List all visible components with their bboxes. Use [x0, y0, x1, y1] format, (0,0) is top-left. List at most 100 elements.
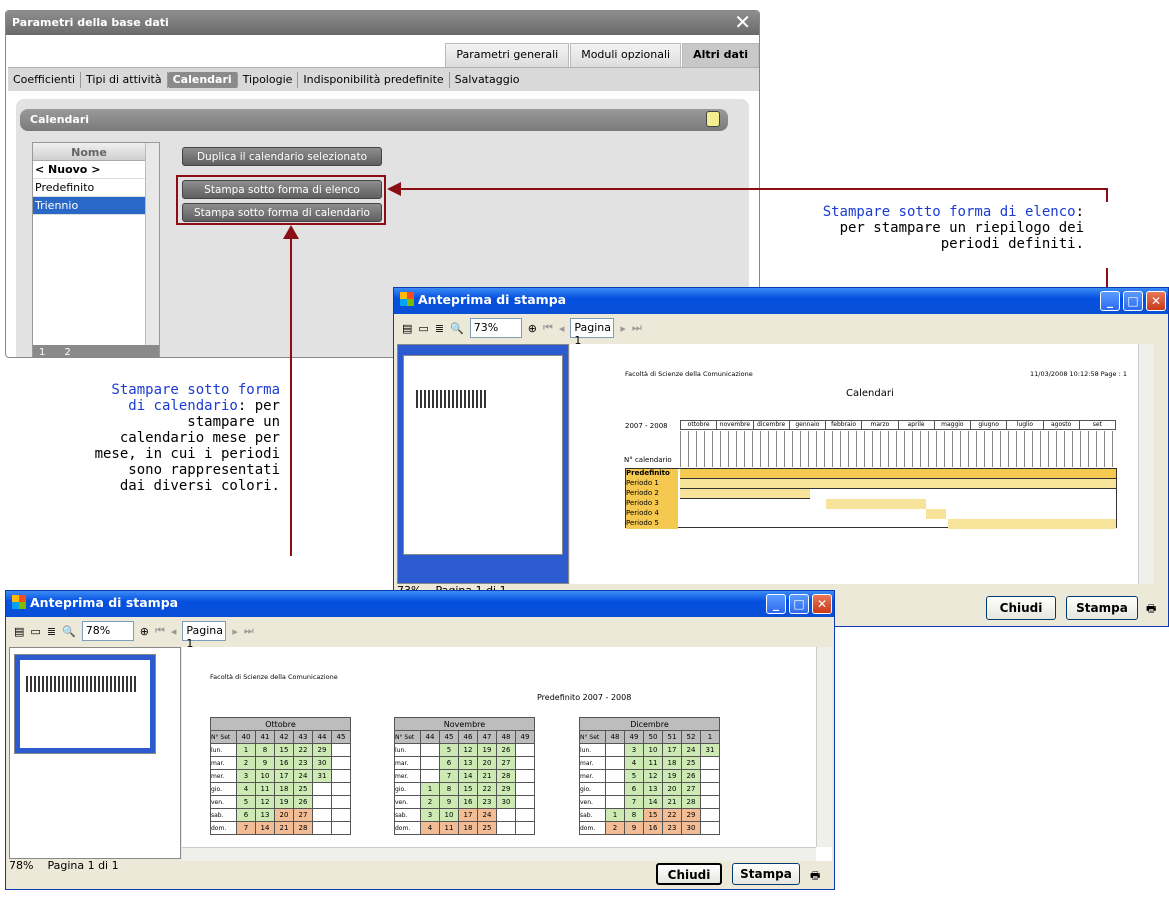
multi-page-icon[interactable]: ≣ — [47, 625, 56, 638]
day-cell — [605, 743, 625, 757]
tab-altri-dati[interactable]: Altri dati — [682, 43, 759, 67]
day-cell — [331, 821, 351, 835]
list-item-predefinito[interactable]: Predefinito — [33, 179, 145, 197]
zoom-in-icon[interactable]: ⊕ — [528, 322, 537, 335]
weekday-label: mar. — [579, 756, 606, 770]
close-icon[interactable]: ✕ — [812, 594, 832, 614]
week-number: N° Set — [579, 730, 606, 744]
next-page-icon[interactable]: ▸ — [232, 625, 238, 638]
duplicate-calendar-button[interactable]: Duplica il calendario selezionato — [182, 147, 382, 166]
month-label: ottobre — [681, 421, 718, 429]
day-cell: 28 — [496, 769, 516, 783]
printer-icon[interactable]: 🖶 — [1146, 600, 1156, 619]
minimize-icon[interactable]: _ — [1100, 291, 1120, 311]
maximize-icon[interactable]: □ — [789, 594, 809, 614]
zoom-in-icon[interactable]: ⊕ — [140, 625, 149, 638]
preview-vscrollbar[interactable] — [816, 647, 832, 847]
day-cell — [331, 808, 351, 822]
single-page-icon[interactable]: ▤ — [14, 625, 24, 638]
list-item-triennio[interactable]: Triennio — [33, 197, 145, 215]
tab-tipi-attivita[interactable]: Tipi di attività — [81, 71, 168, 88]
period-label: Periodo 2 — [626, 489, 678, 499]
day-cell: 18 — [458, 821, 478, 835]
week-number: 49 — [515, 730, 535, 744]
single-page-icon[interactable]: ▤ — [402, 322, 412, 335]
page-2-link[interactable]: 2 — [64, 347, 70, 357]
weekday-label: dom. — [394, 821, 421, 835]
day-cell — [700, 795, 720, 809]
prev-page-icon[interactable]: ◂ — [559, 322, 565, 335]
week-number: 44 — [420, 730, 440, 744]
day-cell: 7 — [236, 821, 256, 835]
tab-coefficienti[interactable]: Coefficienti — [8, 71, 82, 88]
printer-icon[interactable]: 🖶 — [810, 867, 820, 886]
preview-hscrollbar[interactable] — [182, 847, 816, 861]
app-icon — [12, 595, 26, 609]
weekday-label: lun. — [210, 743, 237, 757]
week-number: 41 — [255, 730, 275, 744]
day-cell: 6 — [439, 756, 459, 770]
page-input[interactable]: Pagina 1 — [570, 318, 615, 347]
day-cell: 26 — [293, 795, 313, 809]
section-title: Calendari — [30, 113, 90, 126]
close-button[interactable]: Chiudi — [656, 863, 722, 885]
fit-width-icon[interactable]: ▭ — [418, 322, 428, 335]
day-cell: 23 — [477, 795, 497, 809]
maximize-icon[interactable]: □ — [1123, 291, 1143, 311]
page-thumbnail[interactable] — [14, 654, 156, 754]
tab-calendari[interactable]: Calendari — [167, 71, 238, 88]
bin-icon[interactable] — [706, 111, 720, 127]
app-icon — [400, 292, 414, 306]
tab-moduli-opzionali[interactable]: Moduli opzionali — [570, 43, 682, 67]
doc-org: Facoltà di Scienze della Comunicazione — [625, 370, 753, 378]
week-number: N° Set — [394, 730, 421, 744]
page-thumbnail[interactable] — [403, 355, 563, 555]
weekday-label: mar. — [394, 756, 421, 770]
page-1-link[interactable]: 1 — [39, 347, 45, 357]
prev-page-icon[interactable]: ◂ — [171, 625, 177, 638]
day-cell: 27 — [681, 782, 701, 796]
zoom-input[interactable]: 73% — [469, 318, 522, 338]
weekday-label: ven. — [210, 795, 237, 809]
zoom-out-icon[interactable]: 🔍 — [62, 625, 76, 638]
day-cell: 17 — [662, 743, 682, 757]
day-cell: 15 — [643, 808, 663, 822]
page-input[interactable]: Pagina 1 — [182, 621, 227, 650]
multi-page-icon[interactable]: ≣ — [435, 322, 444, 335]
first-page-icon[interactable]: ⏮ — [543, 321, 553, 335]
tab-tipologie[interactable]: Tipologie — [238, 71, 299, 88]
next-page-icon[interactable]: ▸ — [620, 322, 626, 335]
close-icon[interactable]: ✕ — [734, 11, 751, 33]
day-cell: 5 — [236, 795, 256, 809]
minimize-icon[interactable]: _ — [766, 594, 786, 614]
day-cell: 29 — [312, 743, 332, 757]
list-item-nuovo[interactable]: < Nuovo > — [33, 161, 145, 179]
first-page-icon[interactable]: ⏮ — [155, 624, 165, 638]
list-scrollbar[interactable] — [145, 143, 159, 345]
print-button[interactable]: Stampa — [732, 863, 800, 885]
zoom-input[interactable]: 78% — [81, 621, 134, 641]
weekday-label: sab. — [394, 808, 421, 822]
day-cell: 13 — [643, 782, 663, 796]
day-cell: 21 — [477, 769, 497, 783]
last-page-icon[interactable]: ⏭ — [244, 624, 254, 638]
close-icon[interactable]: ✕ — [1146, 291, 1166, 311]
tab-indisponibilita[interactable]: Indisponibilità predefinite — [298, 71, 450, 88]
preview-vscrollbar[interactable] — [1138, 344, 1154, 584]
weekday-label: dom. — [210, 821, 237, 835]
last-page-icon[interactable]: ⏭ — [632, 321, 642, 335]
period-grid: Predefinito Periodo 1 Periodo 2 Periodo … — [625, 468, 1117, 529]
day-cell: 23 — [293, 756, 313, 770]
day-cell — [496, 808, 516, 822]
print-button[interactable]: Stampa — [1066, 596, 1138, 620]
month-table-novembre: Novembre N° Set 44 45 46 47 48 49 lun. 5 12 19 26 mar… — [394, 717, 535, 835]
close-button[interactable]: Chiudi — [986, 596, 1056, 620]
thumbnail-pane — [397, 344, 569, 584]
fit-width-icon[interactable]: ▭ — [30, 625, 40, 638]
zoom-out-icon[interactable]: 🔍 — [450, 322, 464, 335]
day-cell — [700, 808, 720, 822]
month-name: Ottobre — [210, 717, 351, 731]
tab-salvataggio[interactable]: Salvataggio — [450, 72, 525, 88]
day-cell: 11 — [439, 821, 459, 835]
tab-parametri-generali[interactable]: Parametri generali — [445, 43, 570, 67]
